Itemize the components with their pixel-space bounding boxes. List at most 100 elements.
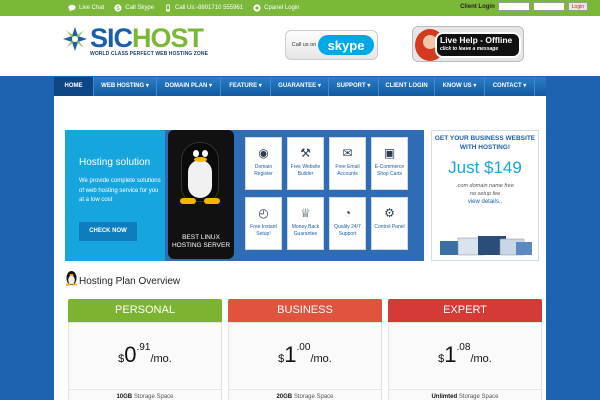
feature-card[interactable]: ◔ Quality 24/7 Support: [329, 197, 366, 250]
feature-label: Free Email Accounts: [335, 164, 360, 177]
nav-item-home[interactable]: HOME: [54, 77, 94, 96]
trophy-icon: ♕: [300, 206, 311, 220]
plan-name[interactable]: PERSONAL: [68, 299, 222, 322]
nav-item-web-hosting[interactable]: WEB HOSTING ▾: [94, 77, 157, 96]
nav-item-guarantee[interactable]: GUARANTEE ▾: [271, 77, 329, 96]
cart-icon: ▣: [383, 146, 396, 160]
feature-label: Control Panel: [374, 224, 405, 230]
plan-card-business: BUSINESS $1.00/mo. 20GB Storage Space: [228, 299, 382, 400]
clock-icon: ◔: [343, 206, 352, 220]
hero-description: We provide complete solutions of web hos…: [79, 178, 161, 203]
plan-price: $0.91/mo.: [69, 342, 221, 368]
gear-icon: ⚙: [384, 206, 395, 220]
logo-text-sic: SIC: [90, 23, 133, 53]
price-whole: 1: [284, 342, 297, 367]
price-period: /mo.: [470, 353, 492, 365]
website-screenshots-image: [438, 235, 534, 257]
price-fraction: .91: [136, 342, 151, 353]
storage-value: 10GB: [116, 394, 133, 400]
promo-view-details-link[interactable]: view details..: [432, 199, 538, 205]
call-skype-label: Call Skype: [125, 5, 155, 11]
hosting-plans-title: Hosting Plan Overview: [79, 276, 181, 287]
feature-card[interactable]: ◉ Domain Register: [245, 137, 282, 190]
business-promo: GET YOUR BUSINESS WEBSITE WITH HOSTING! …: [431, 130, 539, 261]
feature-label: Domain Register: [254, 164, 273, 177]
hero-banner: Hosting solution We provide complete sol…: [65, 130, 424, 261]
password-field[interactable]: [532, 2, 565, 11]
live-chat-label: Live Chat: [79, 5, 105, 11]
storage-label: Storage Space: [293, 394, 334, 400]
promo-line-domain: .com domain name free: [456, 183, 514, 189]
promo-price: Just $149: [448, 158, 522, 177]
plan-name[interactable]: BUSINESS: [228, 299, 382, 322]
skype-call-text: Call us on: [291, 42, 317, 48]
plan-storage: 20GB Storage Space: [229, 389, 381, 400]
site-header: SICHOST WORLD CLASS PERFECT WEB HOSTING …: [0, 16, 600, 76]
client-login-form: Client Login Login: [460, 2, 588, 11]
envelope-icon: ✉: [342, 146, 353, 160]
cpanel-login-link[interactable]: Cpanel Login: [253, 4, 299, 12]
storage-value: Unlimted: [431, 394, 458, 400]
call-skype-link[interactable]: S Call Skype: [114, 4, 154, 12]
plan-price: $1.08/mo.: [389, 342, 541, 368]
storage-label: Storage Space: [458, 394, 499, 400]
price-whole: 1: [444, 342, 457, 367]
main-nav: HOME WEB HOSTING ▾ DOMAIN PLAN ▾ FEATURE ▾ G…: [54, 77, 546, 96]
plan-card-expert: EXPERT $1.08/mo. Unlimted Storage Space: [388, 299, 542, 400]
hero-intro: Hosting solution We provide complete sol…: [65, 130, 165, 261]
nav-item-support[interactable]: SUPPORT ▾: [329, 77, 379, 96]
plan-storage: Unlimted Storage Space: [389, 389, 541, 400]
nav-item-domain-plan[interactable]: DOMAIN PLAN ▾: [157, 77, 221, 96]
feature-card[interactable]: ▣ E-Commerce Shop Carts: [371, 137, 408, 190]
skype-call-button[interactable]: Call us on skype: [285, 30, 378, 60]
feature-label: Quality 24/7 Support: [334, 224, 361, 237]
skype-icon: S: [114, 4, 122, 12]
live-help-title: Live Help - Offline: [440, 35, 513, 45]
logo-star-icon: [62, 26, 88, 52]
live-help-button[interactable]: Live Help - Offline click to leave a mes…: [412, 26, 524, 62]
feature-card[interactable]: ♕ Money Back Guarantee: [287, 197, 324, 250]
tools-icon: ⚒: [300, 146, 311, 160]
nav-item-know-us[interactable]: KNOW US ▾: [435, 77, 485, 96]
linux-server-card: BEST LINUX HOSTING SERVER: [168, 130, 234, 259]
plan-storage: 10GB Storage Space: [69, 389, 221, 400]
username-field[interactable]: [497, 2, 530, 11]
call-us-link[interactable]: Call Us:-8801710 555961: [164, 4, 243, 12]
globe-icon: ◉: [258, 146, 269, 160]
page-content: Hosting solution We provide complete sol…: [54, 96, 546, 400]
price-whole: 0: [124, 342, 137, 367]
storage-value: 20GB: [276, 394, 293, 400]
feature-card[interactable]: ✉ Free Email Accounts: [329, 137, 366, 190]
promo-headline: GET YOUR BUSINESS WEBSITE WITH HOSTING!: [434, 135, 536, 151]
login-button[interactable]: Login: [567, 2, 588, 11]
check-now-button[interactable]: CHECK NOW: [79, 222, 137, 241]
top-bar: Live Chat S Call Skype Call Us:-8801710 …: [0, 0, 600, 16]
feature-card[interactable]: ⚙ Control Panel: [371, 197, 408, 250]
live-help-subtitle: click to leave a message: [440, 46, 499, 52]
phone-icon: [164, 4, 172, 12]
nav-item-client-login[interactable]: CLIENT LOGIN: [379, 77, 435, 96]
feature-card[interactable]: ◴ Free Instant Setup!: [245, 197, 282, 250]
stopwatch-icon: ◴: [258, 206, 269, 220]
chat-icon: [68, 4, 76, 12]
price-fraction: .08: [456, 342, 471, 353]
plan-name[interactable]: EXPERT: [388, 299, 542, 322]
price-fraction: .00: [296, 342, 311, 353]
nav-item-contact[interactable]: CONTACT ▾: [485, 77, 535, 96]
skype-logo: skype: [318, 35, 374, 55]
feature-label: Money Back Guarantee: [291, 224, 320, 237]
price-period: /mo.: [310, 353, 332, 365]
feature-label: Free Website Builder: [290, 164, 321, 177]
feature-label: E-Commerce Shop Carts: [374, 164, 405, 177]
live-chat-link[interactable]: Live Chat: [68, 4, 104, 12]
site-logo[interactable]: SICHOST WORLD CLASS PERFECT WEB HOSTING …: [62, 23, 209, 57]
nav-item-feature[interactable]: FEATURE ▾: [221, 77, 271, 96]
call-us-label: Call Us:-8801710 555961: [175, 5, 244, 11]
tux-caption: BEST LINUX HOSTING SERVER: [171, 234, 231, 249]
logo-text-host: HOST: [132, 23, 204, 53]
plan-card-personal: PERSONAL $0.91/mo. 10GB Storage Space: [68, 299, 222, 400]
feature-card[interactable]: ⚒ Free Website Builder: [287, 137, 324, 190]
price-period: /mo.: [150, 353, 172, 365]
plan-price: $1.00/mo.: [229, 342, 381, 368]
logo-tagline: WORLD CLASS PERFECT WEB HOSTING ZONE: [90, 51, 209, 57]
